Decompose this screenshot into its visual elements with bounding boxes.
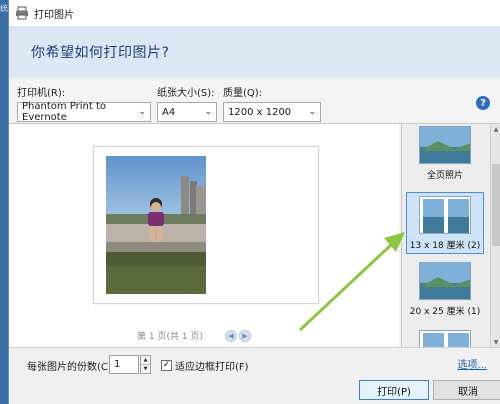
print-settings-row: 打印机(R): Phantom Print to Evernote ⌄ 纸张大小…	[9, 78, 500, 124]
layout-thumbnail	[419, 196, 471, 234]
scroll-up-icon[interactable]: ▲	[491, 124, 500, 134]
page-nav-buttons: ◀ ▶	[224, 329, 251, 342]
chevron-down-icon: ⌄	[204, 107, 212, 117]
layout-list: 全页照片 13 x 18 厘米 (2) 20 x 25 厘米 (1)	[401, 124, 490, 347]
copies-label: 每张图片的份数(C):	[27, 362, 116, 373]
quality-group: 质量(Q): 1200 x 1200 ⌄	[223, 84, 321, 122]
paper-size-group: 纸张大小(S): A4 ⌄	[157, 84, 217, 122]
fit-to-frame-checkbox[interactable]: ✓	[161, 360, 172, 371]
copies-input[interactable]: 1	[109, 355, 139, 374]
fit-to-frame-option[interactable]: ✓ 适应边框打印(F)	[161, 358, 249, 373]
layout-13x18[interactable]: 13 x 18 厘米 (2)	[406, 192, 484, 254]
layout-label: 全页照片	[426, 171, 463, 181]
print-pictures-dialog: 打印图片 你希望如何打印图片? 打印机(R): Phantom Print to…	[8, 0, 500, 404]
chevron-down-icon[interactable]: ▼	[141, 364, 150, 373]
paper-size-value: A4	[162, 106, 176, 118]
layout-full-page[interactable]: 全页照片	[406, 126, 484, 181]
layout-label: 13 x 18 厘米 (2)	[409, 241, 481, 251]
printer-icon	[15, 6, 29, 20]
layout-thumbnail	[419, 330, 471, 347]
fit-to-frame-label: 适应边框打印(F)	[175, 362, 249, 373]
cancel-button[interactable]: 取消	[433, 380, 500, 400]
bottom-bar: 每张图片的份数(C): 1 ▲ ▼ ✓ 适应边框打印(F) 选项... 打印(P…	[9, 347, 500, 404]
layout-20x25[interactable]: 20 x 25 厘米 (1)	[406, 262, 484, 317]
layout-thumbnail	[419, 126, 471, 164]
chevron-up-icon[interactable]: ▲	[141, 356, 150, 364]
help-icon[interactable]: ?	[476, 96, 490, 110]
quality-label: 质量(Q):	[223, 88, 263, 99]
layout-label: 20 x 25 厘米 (1)	[409, 307, 481, 317]
print-preview-area: 第 1 页(共 1 页) ◀ ▶	[9, 124, 399, 347]
printer-value: Phantom Print to Evernote	[22, 101, 107, 123]
chevron-left-icon[interactable]: ◀	[224, 329, 237, 342]
paper-size-label: 纸张大小(S):	[157, 88, 215, 99]
desktop-background: 统	[0, 0, 8, 404]
printer-select[interactable]: Phantom Print to Evernote ⌄	[17, 101, 151, 123]
layout-next[interactable]	[406, 330, 484, 347]
window-title: 打印图片	[34, 9, 74, 21]
scroll-down-icon[interactable]: ▼	[491, 337, 500, 347]
page-title: 你希望如何打印图片?	[31, 45, 170, 61]
printer-group: 打印机(R): Phantom Print to Evernote ⌄	[17, 84, 151, 123]
print-button[interactable]: 打印(P)	[359, 380, 429, 400]
paper-size-select[interactable]: A4 ⌄	[157, 102, 217, 122]
chevron-down-icon: ⌄	[308, 107, 316, 117]
page-navigator: 第 1 页(共 1 页) ◀ ▶	[9, 329, 399, 342]
title-bar: 打印图片	[9, 0, 500, 26]
layout-scrollbar[interactable]: ▲ ▼	[490, 124, 500, 347]
preview-page	[93, 146, 319, 304]
dialog-header: 你希望如何打印图片?	[9, 26, 500, 78]
printer-label: 打印机(R):	[17, 88, 66, 99]
desktop-fragment-text: 统	[0, 4, 8, 13]
page-indicator: 第 1 页(共 1 页)	[137, 332, 203, 342]
scroll-thumb[interactable]	[492, 164, 500, 246]
quality-select[interactable]: 1200 x 1200 ⌄	[223, 102, 321, 122]
preview-photo	[106, 156, 206, 294]
chevron-right-icon[interactable]: ▶	[238, 329, 251, 342]
chevron-down-icon: ⌄	[138, 107, 146, 117]
quality-value: 1200 x 1200	[228, 106, 292, 118]
copies-stepper[interactable]: ▲ ▼	[140, 355, 151, 374]
layout-thumbnail	[419, 262, 471, 300]
options-link[interactable]: 选项...	[457, 356, 487, 371]
